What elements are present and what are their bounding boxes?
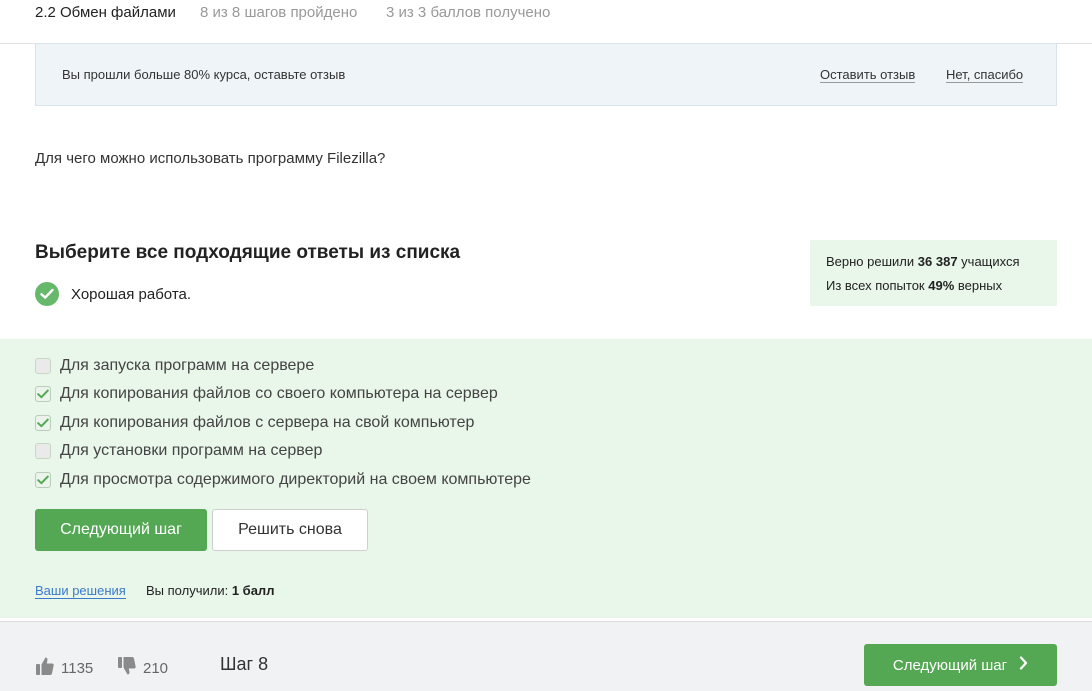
stats-box: Верно решили 36 387 учащихся Из всех поп… <box>810 240 1057 306</box>
likes-count: 1135 <box>61 659 94 677</box>
option-label-0: Для запуска программ на сервере <box>60 357 315 374</box>
attempts-percent: 49% <box>928 278 955 293</box>
review-banner-text: Вы прошли больше 80% курса, оставьте отз… <box>62 67 346 82</box>
option-3[interactable]: Для установки программ на сервер <box>35 441 322 461</box>
checkbox-4[interactable] <box>35 472 51 488</box>
received-value: 1 балл <box>231 583 275 598</box>
chevron-right-icon <box>1019 656 1028 674</box>
top-bar: 2.2 Обмен файлами 8 из 8 шагов пройдено … <box>0 0 1092 44</box>
attempts-stat: Из всех попыток 49% верных <box>826 274 1041 298</box>
checkbox-3[interactable] <box>35 443 51 459</box>
question-text: Для чего можно использовать программу Fi… <box>35 150 386 167</box>
attempts-suffix: верных <box>957 278 1003 293</box>
checkbox-1[interactable] <box>35 386 51 402</box>
thumbs-down-icon <box>117 656 137 680</box>
option-label-4: Для просмотра содержимого директорий на … <box>60 471 531 488</box>
like-button[interactable]: 1135 <box>35 656 93 680</box>
leave-review-link[interactable]: Оставить отзыв <box>820 67 916 83</box>
thumbs-up-icon <box>35 656 55 680</box>
lesson-title[interactable]: 2.2 Обмен файлами <box>35 4 176 21</box>
solved-count: 36 387 <box>917 254 958 269</box>
retry-button[interactable]: Решить снова <box>212 509 368 551</box>
dislikes-count: 210 <box>143 659 169 677</box>
received-label: Вы получили: <box>146 583 229 598</box>
no-thanks-link[interactable]: Нет, спасибо <box>946 67 1024 83</box>
option-1[interactable]: Для копирования файлов со своего компьют… <box>35 384 498 404</box>
feedback-label: Хорошая работа. <box>71 285 192 303</box>
dislike-button[interactable]: 210 <box>117 656 168 680</box>
footer-next-step-label: Следующий шаг <box>892 656 1008 674</box>
next-step-button[interactable]: Следующий шаг <box>35 509 207 551</box>
check-circle-icon <box>35 282 59 306</box>
steps-progress: 8 из 8 шагов пройдено <box>200 4 358 21</box>
footer-next-step-button[interactable]: Следующий шаг <box>864 644 1057 686</box>
option-4[interactable]: Для просмотра содержимого директорий на … <box>35 470 531 490</box>
review-banner: Вы прошли больше 80% курса, оставьте отз… <box>35 43 1057 106</box>
your-solutions-link[interactable]: Ваши решения <box>35 583 126 599</box>
checkbox-2[interactable] <box>35 415 51 431</box>
solved-stat: Верно решили 36 387 учащихся <box>826 250 1041 274</box>
solved-suffix: учащихся <box>961 254 1020 269</box>
step-number: Шаг 8 <box>220 654 269 674</box>
score-progress: 3 из 3 баллов получено <box>386 4 551 21</box>
option-label-2: Для копирования файлов с сервера на свой… <box>60 414 475 431</box>
footer-bar: 1135 210 Шаг 8 Следующий шаг <box>0 621 1092 691</box>
points-received: Вы получили: 1 балл <box>146 583 274 598</box>
option-label-1: Для копирования файлов со своего компьют… <box>60 385 498 402</box>
checkbox-0[interactable] <box>35 358 51 374</box>
task-title: Выберите все подходящие ответы из списка <box>35 242 461 263</box>
option-2[interactable]: Для копирования файлов с сервера на свой… <box>35 413 474 433</box>
checkmark-icon <box>37 418 49 428</box>
answers-panel: Для запуска программ на сервере Для копи… <box>0 339 1092 618</box>
option-label-3: Для установки программ на сервер <box>60 442 323 459</box>
checkmark-icon <box>37 389 49 399</box>
feedback-message: Хорошая работа. <box>35 282 191 306</box>
solved-prefix: Верно решили <box>826 254 915 269</box>
option-0[interactable]: Для запуска программ на сервере <box>35 356 314 376</box>
checkmark-icon <box>37 475 49 485</box>
attempts-prefix: Из всех попыток <box>826 278 925 293</box>
